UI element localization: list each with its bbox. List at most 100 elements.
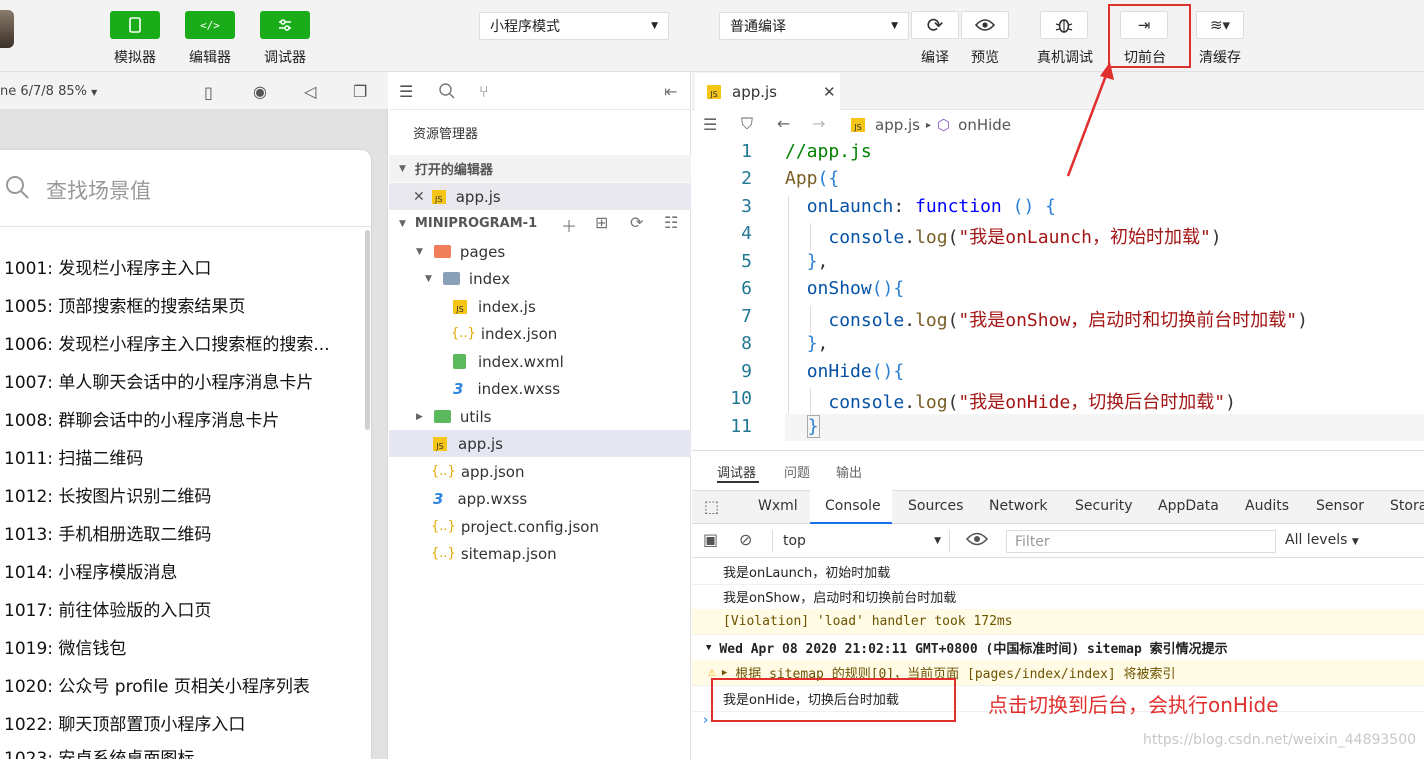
git-branch-icon[interactable]: ⑂	[479, 82, 489, 101]
tree-folder-index[interactable]: ▼ index	[389, 265, 691, 292]
tree-file-app-js[interactable]: JS app.js	[389, 430, 691, 457]
collapse-panel-icon[interactable]: ⇤	[664, 82, 677, 101]
tab-wxml[interactable]: Wxml	[758, 498, 798, 514]
console-group-header[interactable]: ▼ Wed Apr 08 2020 21:02:11 GMT+0800 (中国标…	[692, 635, 1424, 661]
console-violation-line: [Violation] 'load' handler took 172ms	[692, 609, 1424, 635]
back-arrow-icon[interactable]: ←	[777, 114, 790, 133]
tree-file-index-wxss[interactable]: 3 index.wxss	[389, 375, 691, 402]
open-editor-item[interactable]: ✕ JS app.js	[389, 183, 691, 210]
refresh-icon[interactable]: ⟳	[630, 213, 643, 232]
context-select[interactable]: top ▼	[772, 530, 950, 552]
scene-item[interactable]: 1001: 发现栏小程序主入口	[4, 254, 211, 279]
code-line-1[interactable]: //app.js	[785, 141, 872, 162]
list-icon[interactable]: ☰	[703, 115, 717, 134]
tab-sensor[interactable]: Sensor	[1316, 498, 1364, 514]
scene-item[interactable]: 1005: 顶部搜索框的搜索结果页	[4, 292, 245, 317]
panel-tab-output[interactable]: 输出	[836, 462, 862, 481]
search-icon[interactable]	[438, 82, 458, 102]
tree-file-app-json[interactable]: {..} app.json	[389, 458, 691, 485]
scene-item[interactable]: 1017: 前往体验版的入口页	[4, 596, 211, 621]
scene-item[interactable]: 1014: 小程序模版消息	[4, 558, 177, 583]
scrollbar[interactable]	[365, 230, 370, 430]
close-icon[interactable]: ✕	[413, 189, 425, 205]
breadcrumb-file[interactable]: app.js	[875, 116, 920, 134]
explorer-toolbar	[389, 72, 691, 110]
tab-appdata[interactable]: AppData	[1158, 498, 1219, 514]
volume-icon[interactable]: ◁	[304, 82, 316, 101]
tree-folder-utils[interactable]: ▶ utils	[389, 403, 691, 430]
log-levels-select[interactable]: All levels ▼	[1285, 532, 1359, 548]
string-literal: "我是onHide，切换后台时加载"	[958, 392, 1226, 413]
compile-mode-select[interactable]: 普通编译 ▼	[719, 12, 909, 40]
open-editors-section[interactable]: ▼ 打开的编辑器	[389, 155, 691, 182]
avatar[interactable]	[0, 10, 14, 48]
code-line-2[interactable]: App({	[785, 168, 839, 189]
code-line-5[interactable]: },	[785, 251, 829, 272]
tab-security[interactable]: Security	[1075, 498, 1133, 514]
code-line-11[interactable]: }	[785, 415, 820, 438]
scene-item[interactable]: 1012: 长按图片识别二维码	[4, 482, 211, 507]
tree-file-index-js[interactable]: JS index.js	[389, 293, 691, 320]
tree-file-index-wxml[interactable]: index.wxml	[389, 348, 691, 375]
scene-item[interactable]: 1023: 安卓系统桌面图标	[4, 746, 194, 759]
tree-folder-pages[interactable]: ▼ pages	[389, 238, 691, 265]
forward-arrow-icon[interactable]: →	[812, 114, 825, 133]
tree-file-project-config[interactable]: {..} project.config.json	[389, 513, 691, 540]
bookmark-icon[interactable]: ⛉	[741, 114, 753, 134]
eye-icon[interactable]	[965, 531, 990, 551]
editor-toggle-button[interactable]: </>	[185, 11, 235, 39]
collapse-all-icon[interactable]: ☷	[664, 213, 678, 232]
scene-item[interactable]: 1007: 单人聊天会话中的小程序消息卡片	[4, 368, 313, 393]
scene-item[interactable]: 1013: 手机相册选取二维码	[4, 520, 211, 545]
record-icon[interactable]: ◉	[253, 82, 267, 101]
close-icon[interactable]: ✕	[823, 83, 836, 101]
new-folder-icon[interactable]: ⊞	[595, 213, 608, 232]
device-select[interactable]: ne 6/7/8 85% ▼	[0, 84, 97, 99]
code-line-9[interactable]: onHide(){	[785, 361, 905, 382]
tab-audits[interactable]: Audits	[1245, 498, 1289, 514]
code-line-10[interactable]: console.log("我是onHide，切换后台时加载")	[785, 388, 1236, 414]
scene-item[interactable]: 1022: 聊天顶部置顶小程序入口	[4, 710, 245, 735]
panel-tab-debugger[interactable]: 调试器	[717, 462, 756, 481]
window-icon[interactable]: ❐	[353, 82, 367, 101]
editor-tab-app-js[interactable]: JS app.js ✕	[695, 73, 840, 110]
scene-item[interactable]: 1008: 群聊会话中的小程序消息卡片	[4, 406, 279, 431]
tab-network[interactable]: Network	[989, 498, 1047, 514]
compile-button[interactable]: ⟳	[911, 11, 959, 39]
scene-item[interactable]: 1011: 扫描二维码	[4, 444, 143, 469]
scene-item[interactable]: 1006: 发现栏小程序主入口搜索框的搜索...	[4, 330, 330, 355]
scene-search-input[interactable]: 查找场景值	[46, 175, 151, 205]
console-filter-input[interactable]: Filter	[1006, 530, 1276, 553]
code-line-8[interactable]: },	[785, 333, 829, 354]
tab-sources[interactable]: Sources	[908, 498, 963, 514]
code-line-3[interactable]: onLaunch: function () {	[785, 196, 1056, 217]
simulator-toggle-button[interactable]	[110, 11, 160, 39]
inspect-element-icon[interactable]: ⬚	[704, 497, 719, 516]
debugger-toggle-button[interactable]	[260, 11, 310, 39]
phone-icon[interactable]: ▯	[204, 83, 213, 102]
scene-item[interactable]: 1019: 微信钱包	[4, 634, 126, 659]
clear-cache-button[interactable]: ≋▾	[1196, 11, 1244, 39]
console-prompt-icon[interactable]: ›	[703, 713, 708, 728]
code-line-7[interactable]: console.log("我是onShow，启动时和切换前台时加载")	[785, 306, 1308, 332]
tab-storage[interactable]: Stora	[1390, 498, 1424, 514]
project-section[interactable]: ▼ MINIPROGRAM-1	[389, 210, 691, 237]
remote-debug-button[interactable]	[1040, 11, 1088, 39]
new-file-icon[interactable]: ＋	[561, 213, 577, 237]
tree-file-index-json[interactable]: {..} index.json	[389, 320, 691, 347]
preview-button[interactable]	[961, 11, 1009, 39]
breadcrumb-symbol[interactable]: onHide	[958, 116, 1011, 134]
tree-file-sitemap[interactable]: {..} sitemap.json	[389, 540, 691, 567]
code-line-6[interactable]: onShow(){	[785, 278, 905, 299]
code-line-4[interactable]: console.log("我是onLaunch，初始时加载")	[785, 223, 1221, 249]
mode-select[interactable]: 小程序模式 ▼	[479, 12, 669, 40]
panel-tab-problems[interactable]: 问题	[784, 462, 810, 481]
scene-item[interactable]: 1020: 公众号 profile 页相关小程序列表	[4, 672, 310, 697]
tab-console[interactable]: Console	[825, 498, 881, 514]
brace-close: }	[806, 251, 818, 272]
js-file-icon: JS	[453, 299, 467, 314]
list-icon[interactable]: ☰	[399, 82, 413, 101]
clear-console-icon[interactable]: ⊘	[739, 530, 752, 549]
sidebar-toggle-icon[interactable]: ▣	[703, 530, 718, 549]
tree-file-app-wxss[interactable]: 3 app.wxss	[389, 485, 691, 512]
